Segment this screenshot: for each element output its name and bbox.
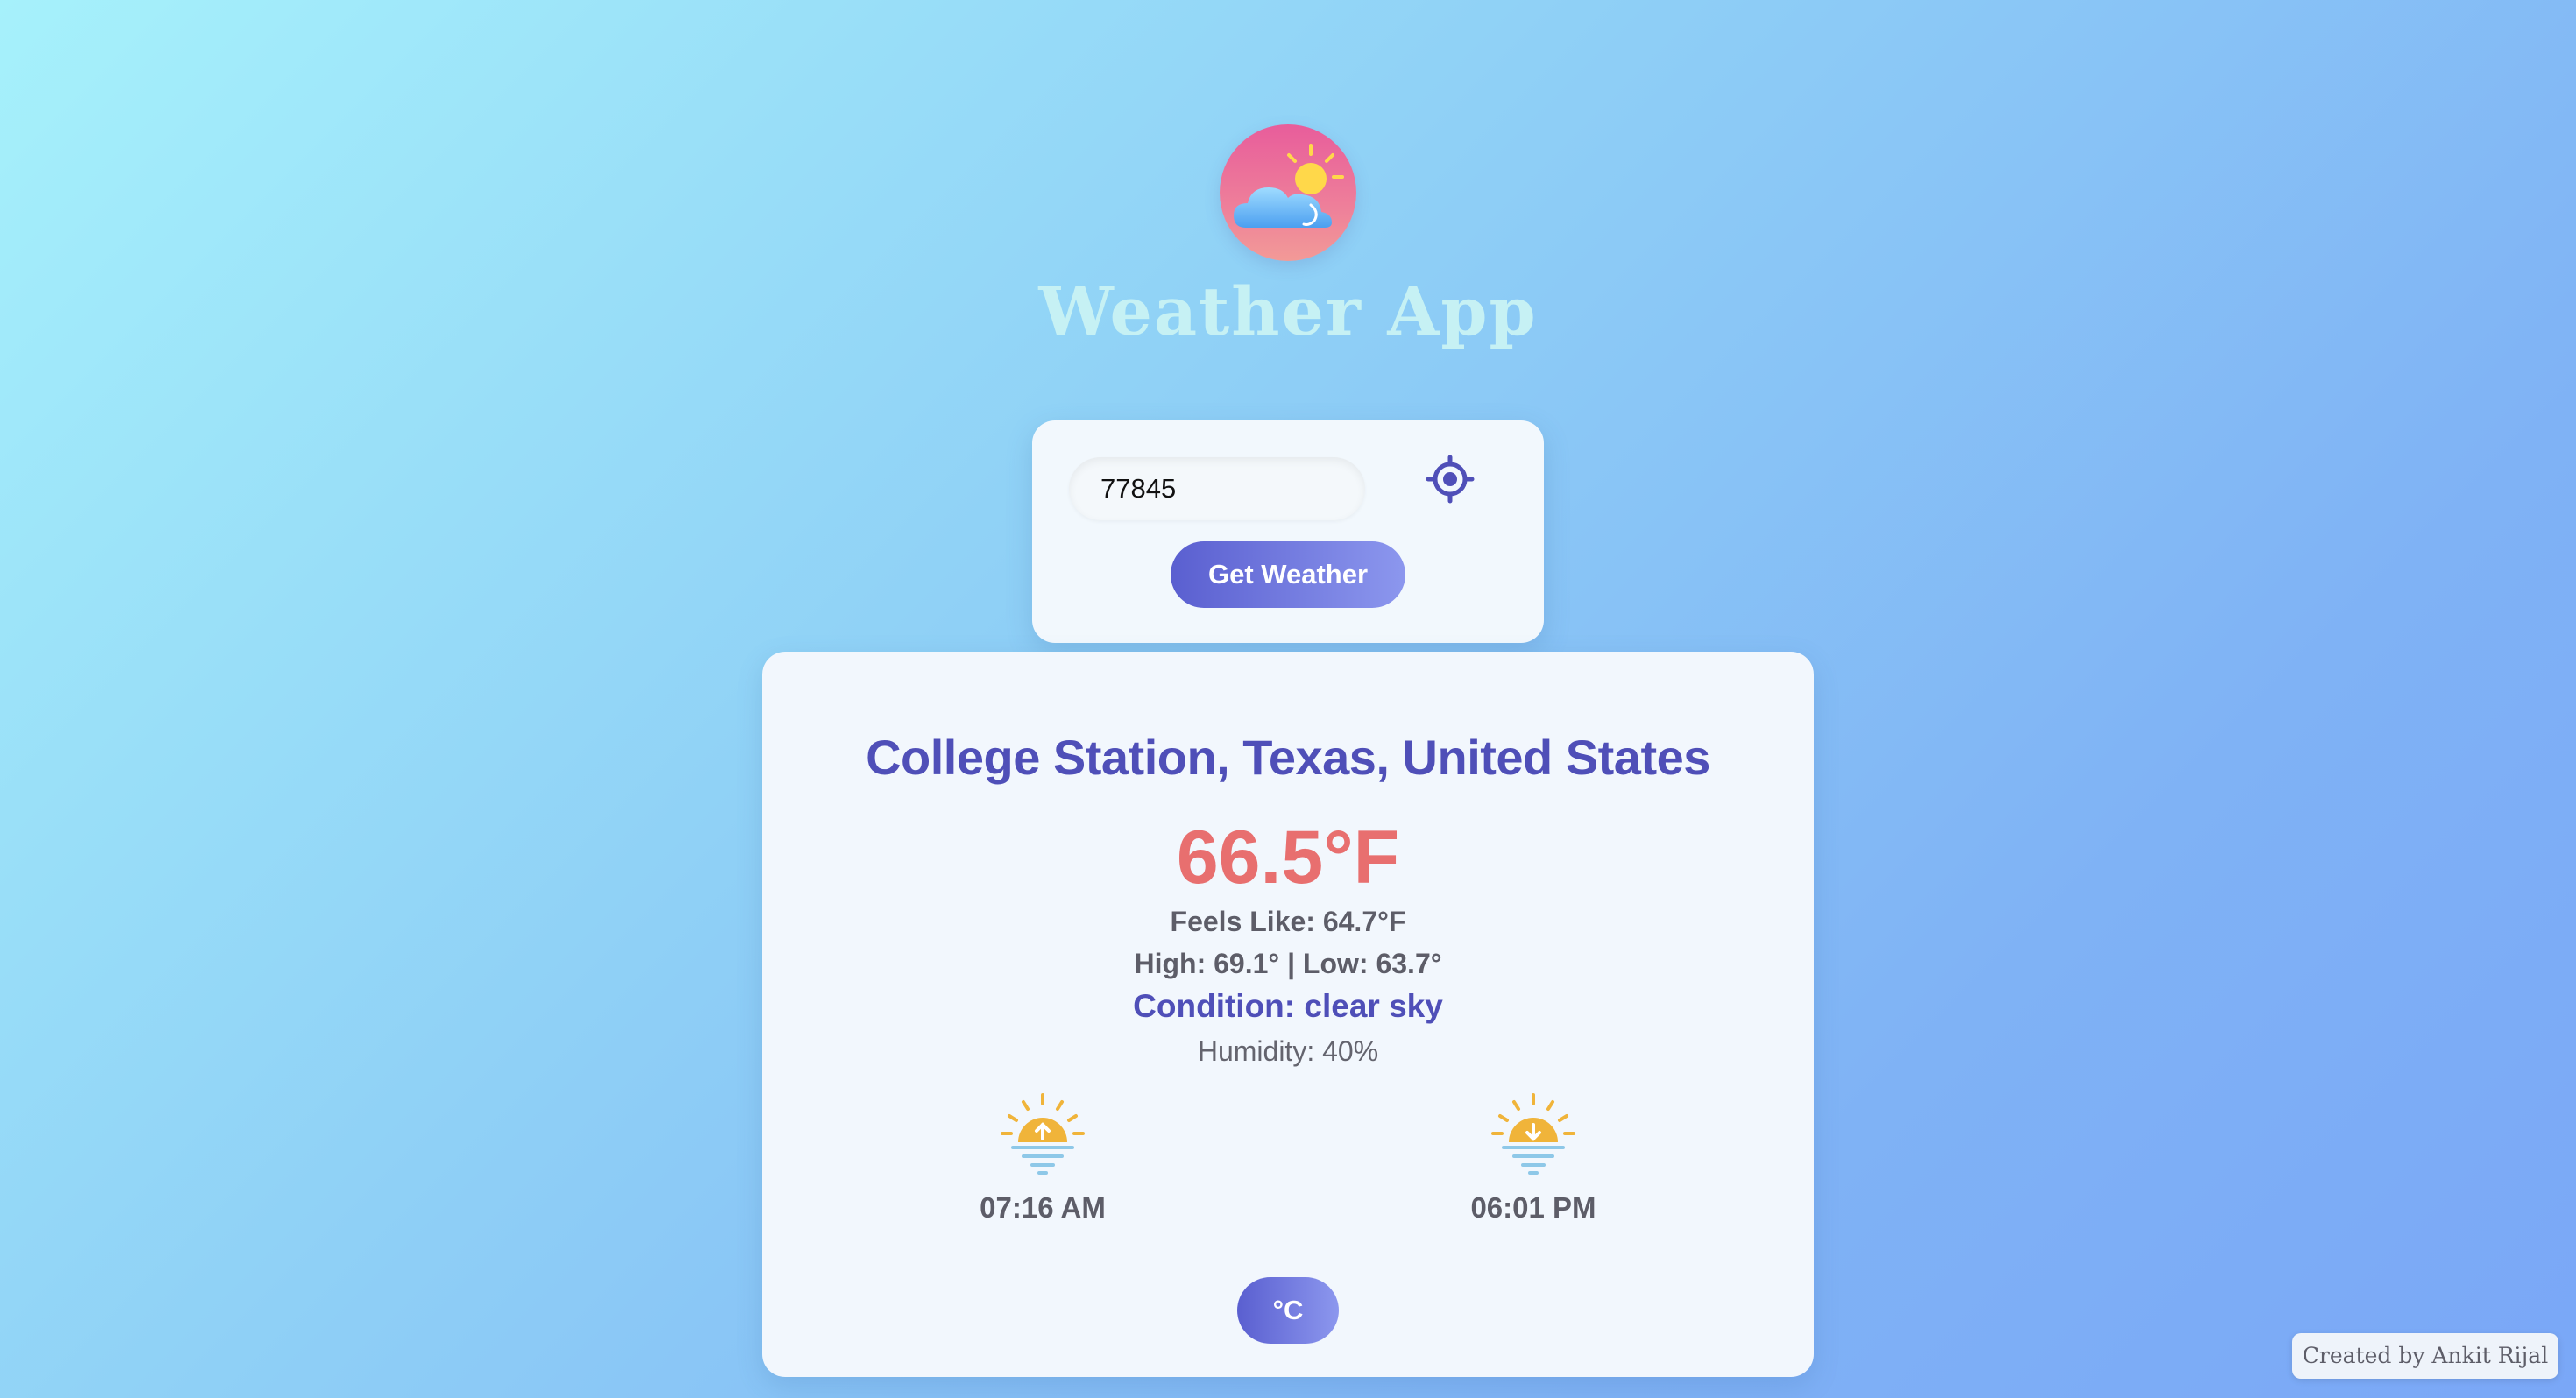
high-low-text: High: 69.1° | Low: 63.7°: [1134, 948, 1442, 979]
use-current-location-button[interactable]: [1425, 454, 1476, 505]
search-card: Get Weather: [1032, 420, 1544, 643]
sunrise-block: 07:16 AM: [955, 1090, 1130, 1225]
credit-badge: Created by Ankit Rijal: [2292, 1333, 2558, 1379]
unit-toggle-button[interactable]: °C: [1237, 1277, 1339, 1344]
app-title: Weather App: [1038, 272, 1538, 350]
crosshair-location-icon: [1426, 455, 1475, 504]
location-search-input[interactable]: [1069, 457, 1365, 520]
cloud-sun-icon: [1234, 144, 1344, 228]
sunrise-time: 07:16 AM: [980, 1191, 1106, 1224]
humidity-text: Humidity: 40%: [1197, 1035, 1379, 1067]
sunrise-icon: [1001, 1093, 1085, 1175]
feels-like-text: Feels Like: 64.7°F: [1170, 906, 1406, 937]
sunset-block: 06:01 PM: [1446, 1090, 1621, 1225]
get-weather-button[interactable]: Get Weather: [1171, 541, 1405, 608]
sunset-icon: [1491, 1093, 1575, 1175]
sunset-time: 06:01 PM: [1470, 1191, 1596, 1224]
temperature-value: 66.5°F: [1176, 816, 1400, 900]
location-title: College Station, Texas, United States: [866, 730, 1710, 785]
app-logo: [1220, 124, 1356, 261]
weather-card: College Station, Texas, United States 66…: [762, 652, 1814, 1377]
condition-text: Condition: clear sky: [1133, 988, 1443, 1024]
